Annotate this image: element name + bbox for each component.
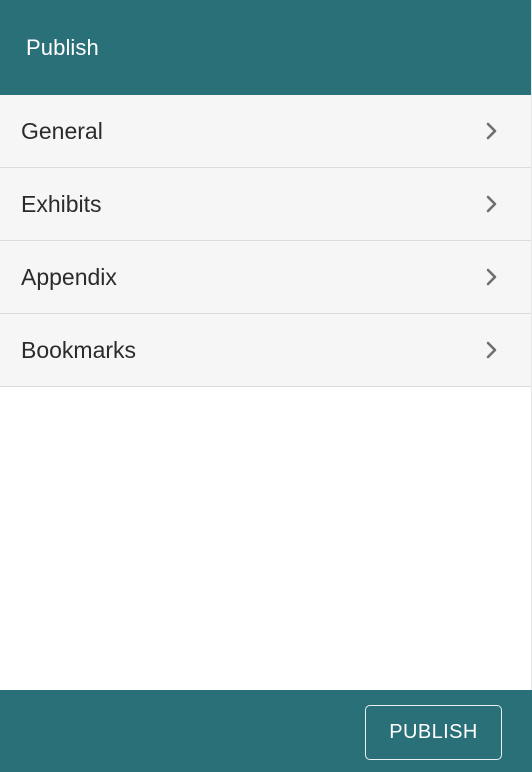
panel-title: Publish	[26, 34, 99, 60]
menu-item-label: Exhibits	[21, 190, 102, 217]
menu-item-label: Appendix	[21, 263, 117, 290]
menu-item-appendix[interactable]: Appendix	[0, 241, 531, 314]
chevron-right-icon	[485, 268, 499, 286]
panel-footer: PUBLISH	[0, 690, 532, 772]
menu-item-label: Bookmarks	[21, 336, 137, 363]
menu-item-exhibits[interactable]: Exhibits	[0, 168, 531, 241]
menu-item-bookmarks[interactable]: Bookmarks	[0, 314, 531, 387]
chevron-right-icon	[485, 341, 499, 359]
publish-button[interactable]: PUBLISH	[365, 705, 502, 760]
menu-item-general[interactable]: General	[0, 95, 531, 168]
publish-menu: General Exhibits Appendix Bookmarks	[0, 95, 531, 387]
chevron-right-icon	[485, 122, 499, 140]
publish-panel: Publish General Exhibits Appendix Bookma…	[0, 0, 532, 772]
chevron-right-icon	[485, 195, 499, 213]
menu-item-label: General	[21, 117, 103, 144]
panel-header: Publish	[0, 0, 531, 95]
